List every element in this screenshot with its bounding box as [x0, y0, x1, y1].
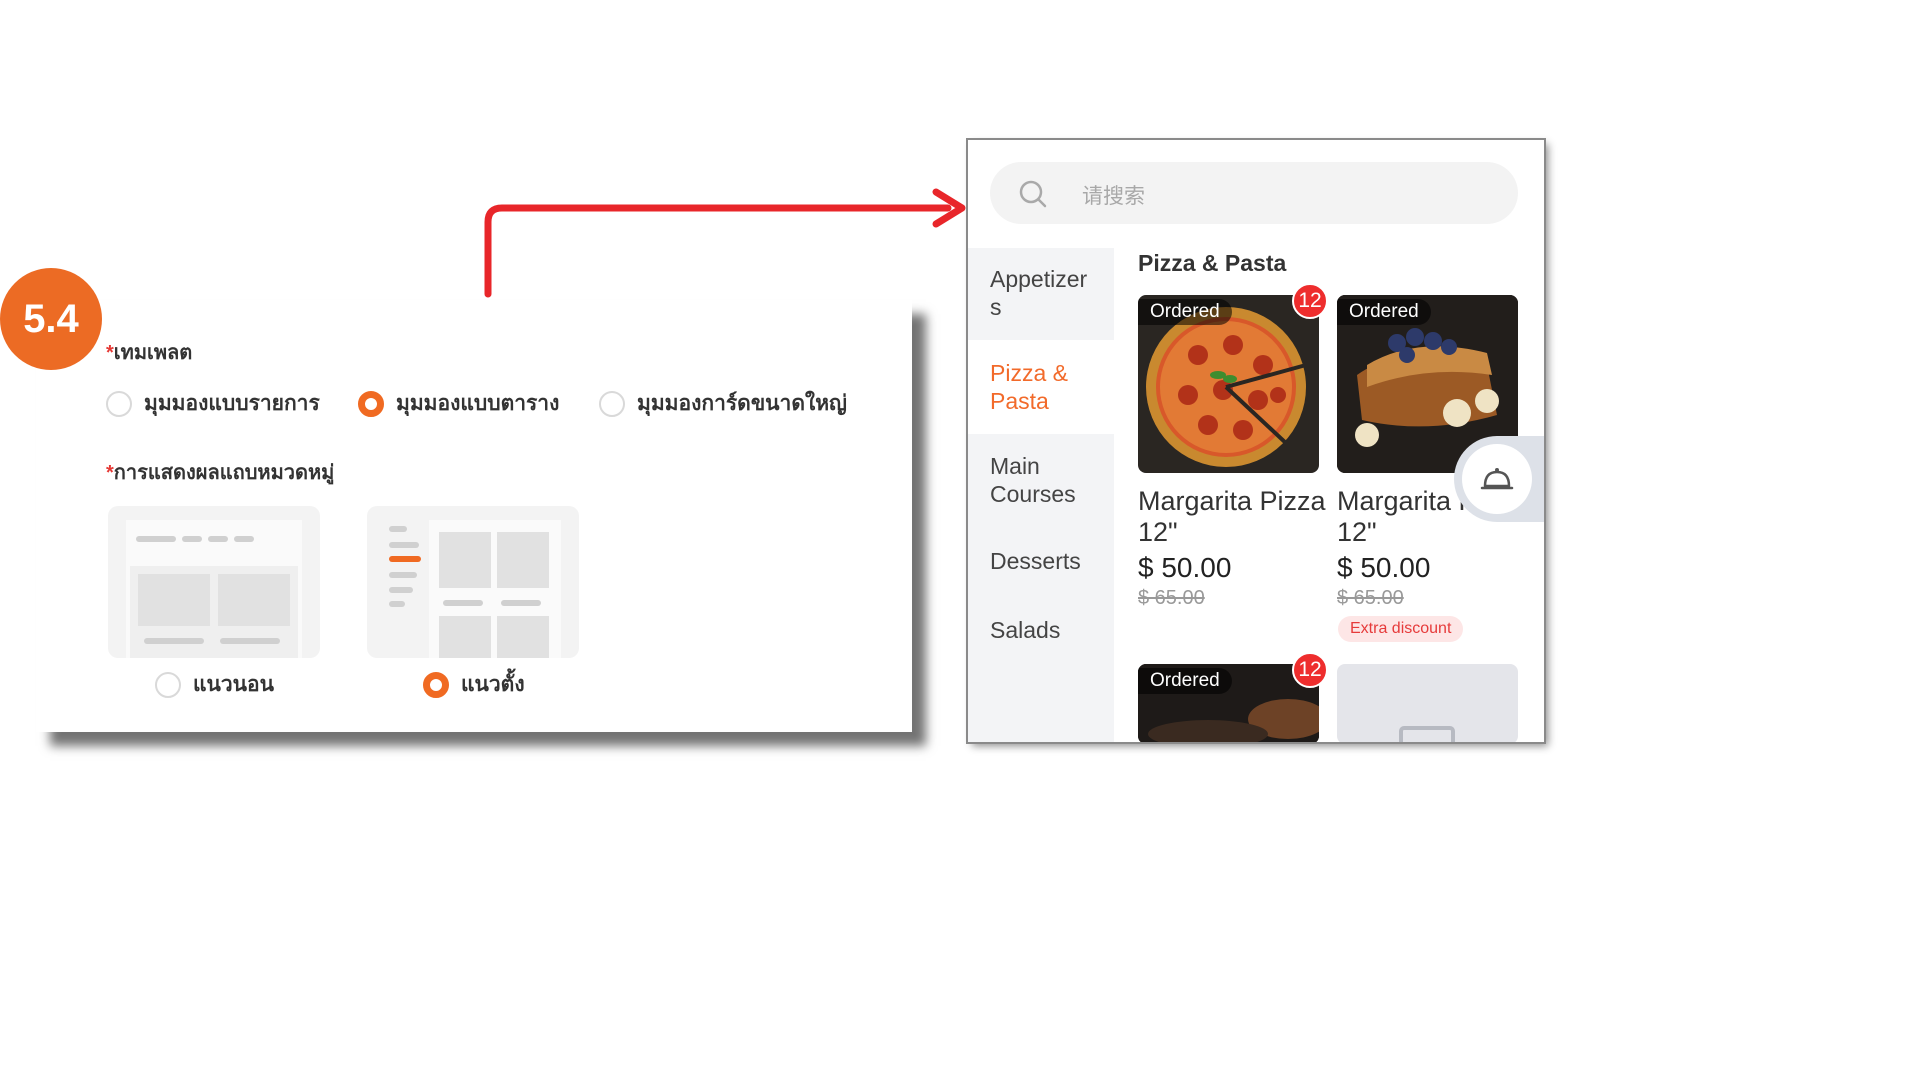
required-mark: * — [106, 462, 114, 484]
cloche-icon — [1480, 468, 1514, 490]
product-original-price: $ 65.00 — [1337, 587, 1404, 609]
template-settings-panel: *เทมเพลต มุมมองแบบรายการ มุมมองแบบตาราง … — [36, 300, 912, 732]
radio-list-view[interactable] — [106, 390, 132, 417]
option-label: มุมมองแบบตาราง — [396, 392, 560, 415]
required-mark: * — [106, 342, 114, 364]
category-label: Pizza & Pasta — [990, 360, 1068, 414]
image-placeholder-icon — [1399, 726, 1455, 742]
ordered-tag: Ordered — [1138, 668, 1232, 694]
cart-button[interactable] — [1454, 436, 1544, 522]
product-price: $ 50.00 — [1337, 552, 1431, 583]
category-item-appetizers[interactable]: Appetizers — [968, 248, 1114, 340]
category-label: Main Courses — [990, 453, 1076, 507]
radio-grid-view[interactable] — [358, 390, 384, 417]
product-original-price: $ 65.00 — [1138, 587, 1205, 609]
radio-large-card-view[interactable] — [599, 390, 625, 417]
product-image-placeholder[interactable] — [1337, 664, 1518, 742]
category-bar-section-title: *การแสดงผลแถบหมวดหมู่ — [106, 456, 334, 488]
category-label: Salads — [990, 617, 1061, 643]
category-label: Desserts — [990, 548, 1081, 574]
template-option-large-card-view[interactable]: มุมมองการ์ดขนาดใหญ่ — [599, 387, 847, 420]
template-section-title: *เทมเพลต — [106, 336, 192, 368]
category-item-pizza-pasta[interactable]: Pizza & Pasta — [968, 340, 1114, 434]
radio-horizontal[interactable] — [155, 671, 181, 698]
radio-vertical[interactable] — [423, 671, 449, 698]
product-price: $ 50.00 — [1138, 552, 1232, 583]
option-label: แนวนอน — [193, 673, 275, 696]
category-item-desserts[interactable]: Desserts — [968, 528, 1114, 598]
search-icon — [1019, 180, 1047, 208]
option-label: มุมมองการ์ดขนาดใหญ่ — [637, 392, 847, 415]
cart-button-face[interactable] — [1462, 444, 1532, 514]
step-number-badge: 5.4 — [0, 268, 102, 370]
category-item-main-courses[interactable]: Main Courses — [968, 434, 1114, 528]
ordered-tag: Ordered — [1337, 299, 1431, 325]
ordered-tag: Ordered — [1138, 299, 1232, 325]
vertical-layout-illustration[interactable] — [367, 506, 579, 658]
category-item-salads[interactable]: Salads — [968, 598, 1114, 668]
horizontal-layout-illustration[interactable] — [108, 506, 320, 658]
red-arrow-connector — [484, 188, 966, 298]
mobile-preview: 请搜索 Appetizers Pizza & Pasta Main Course… — [968, 140, 1544, 742]
product-image-pizza[interactable]: Ordered — [1138, 295, 1319, 473]
section-title: Pizza & Pasta — [1138, 250, 1287, 276]
search-placeholder: 请搜索 — [1082, 184, 1145, 208]
option-label: แนวตั้ง — [461, 673, 525, 696]
search-input[interactable]: 请搜索 — [990, 162, 1518, 224]
category-bar-label: การแสดงผลแถบหมวดหมู่ — [113, 462, 335, 484]
category-label: Appetizers — [990, 266, 1088, 320]
order-count-badge: 12 — [1292, 652, 1328, 688]
category-bar-option-horizontal[interactable]: แนวนอน — [155, 668, 274, 701]
option-label: มุมมองแบบรายการ — [144, 392, 320, 415]
category-bar-option-vertical[interactable]: แนวตั้ง — [423, 668, 525, 701]
product-name[interactable]: Margarita Pizza 12" — [1138, 486, 1328, 548]
template-option-list-view[interactable]: มุมมองแบบรายการ — [106, 387, 320, 420]
order-count-badge: 12 — [1292, 283, 1328, 319]
extra-discount-tag: Extra discount — [1338, 616, 1464, 642]
template-label: เทมเพลต — [113, 342, 193, 364]
product-image-third[interactable]: Ordered — [1138, 664, 1319, 742]
category-sidebar: Appetizers Pizza & Pasta Main Courses De… — [968, 248, 1114, 742]
template-option-grid-view[interactable]: มุมมองแบบตาราง — [358, 387, 559, 420]
